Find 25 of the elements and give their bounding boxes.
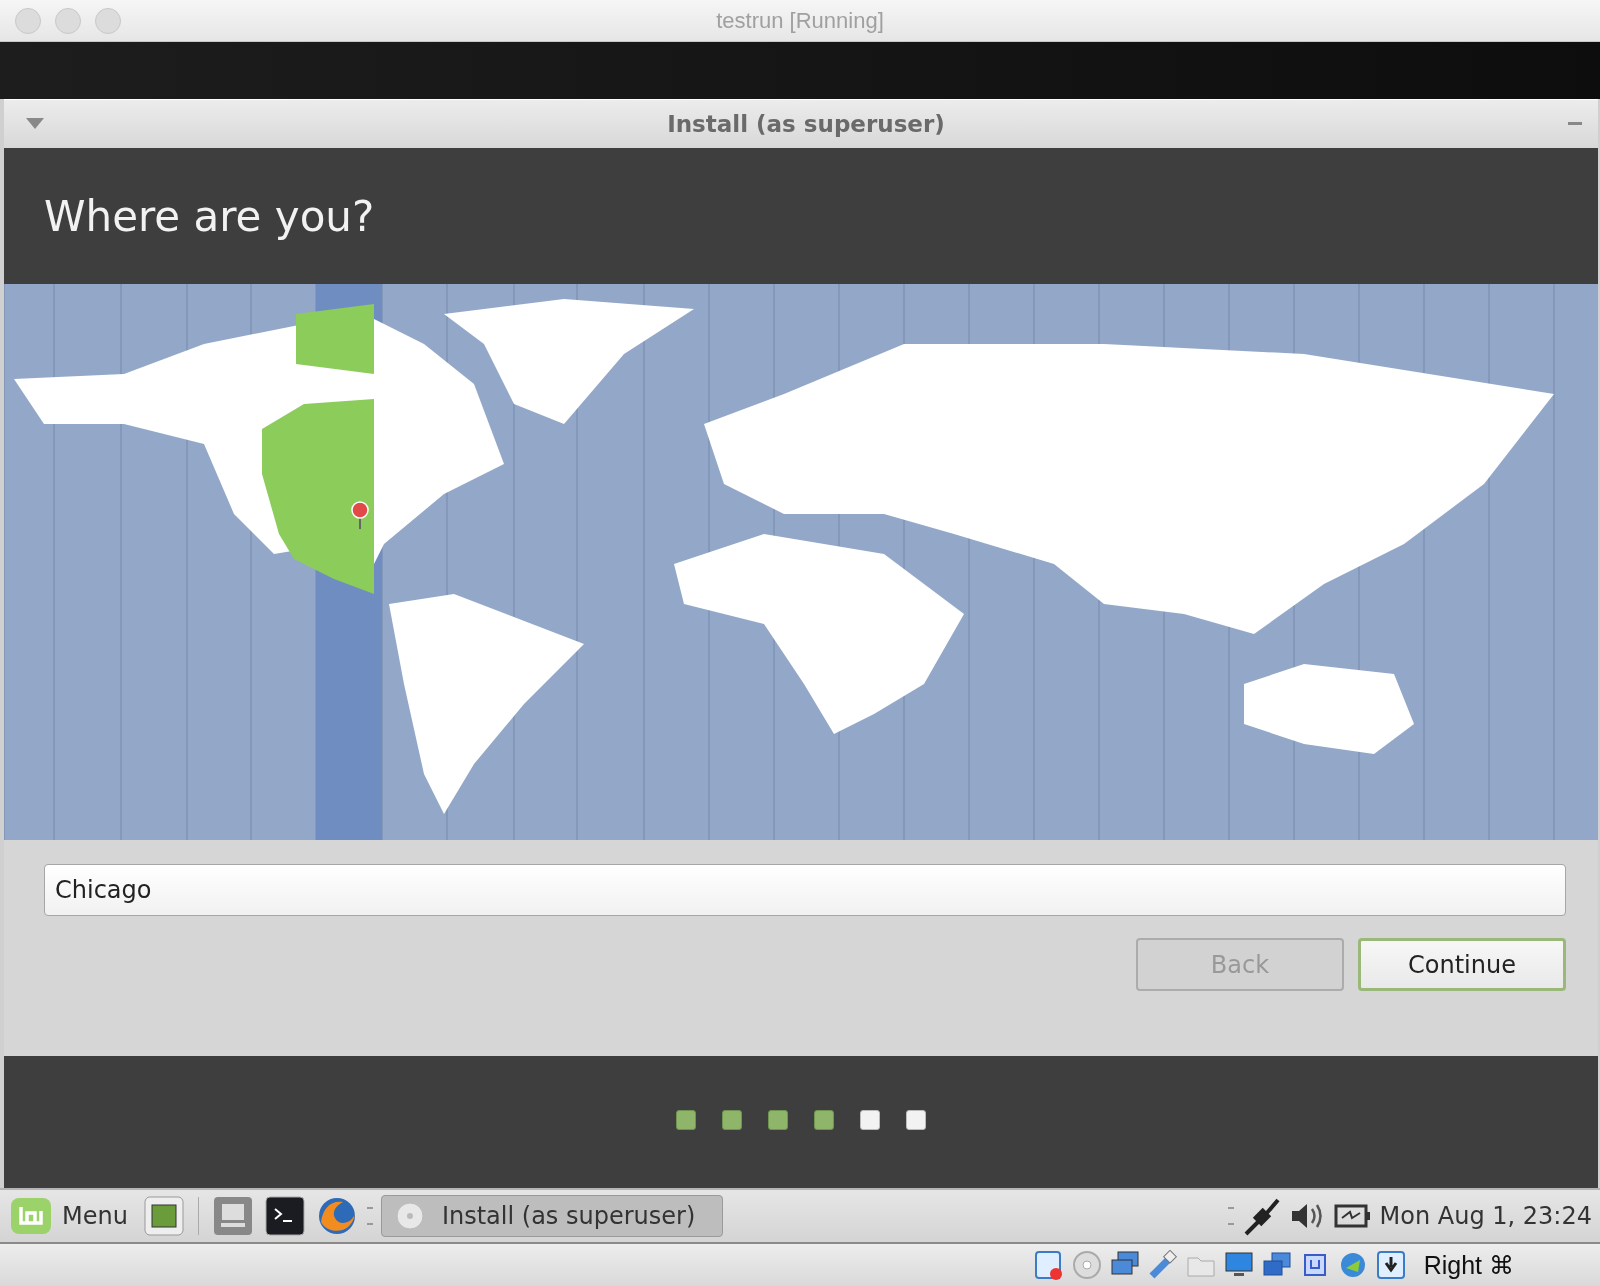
disc-icon[interactable] xyxy=(1071,1250,1102,1280)
disc-icon xyxy=(395,1202,424,1230)
location-field[interactable]: Chicago xyxy=(44,864,1566,916)
desktop-launcher[interactable] xyxy=(141,1195,186,1237)
window-title: testrun [Running] xyxy=(716,7,884,33)
taskbar-window-button[interactable]: Install (as superuser) xyxy=(380,1195,723,1237)
page-heading: Where are you? xyxy=(44,191,375,241)
menu-button[interactable]: Menu xyxy=(10,1197,134,1235)
clock[interactable]: Mon Aug 1, 23:24 xyxy=(1379,1202,1592,1230)
globe-icon xyxy=(316,1196,357,1236)
dropdown-arrow-icon[interactable] xyxy=(26,118,44,130)
terminal-icon xyxy=(264,1196,305,1236)
mint-logo-icon xyxy=(10,1197,52,1235)
location-pin-icon xyxy=(351,501,369,530)
computer-icon xyxy=(212,1196,253,1236)
download-icon[interactable] xyxy=(1375,1250,1406,1280)
world-map-drawing[interactable] xyxy=(4,284,1555,840)
window-title: Install (as superuser) xyxy=(667,111,945,137)
battery-icon[interactable] xyxy=(1333,1204,1372,1228)
minimize-icon[interactable] xyxy=(1568,122,1582,126)
usb-icon[interactable] xyxy=(1147,1250,1178,1280)
host-key-label: Right ⌘ xyxy=(1423,1250,1514,1280)
nav-button[interactable]: Continue xyxy=(1358,938,1566,991)
terminal-launcher[interactable] xyxy=(262,1195,307,1237)
desktop-icon xyxy=(143,1196,184,1236)
